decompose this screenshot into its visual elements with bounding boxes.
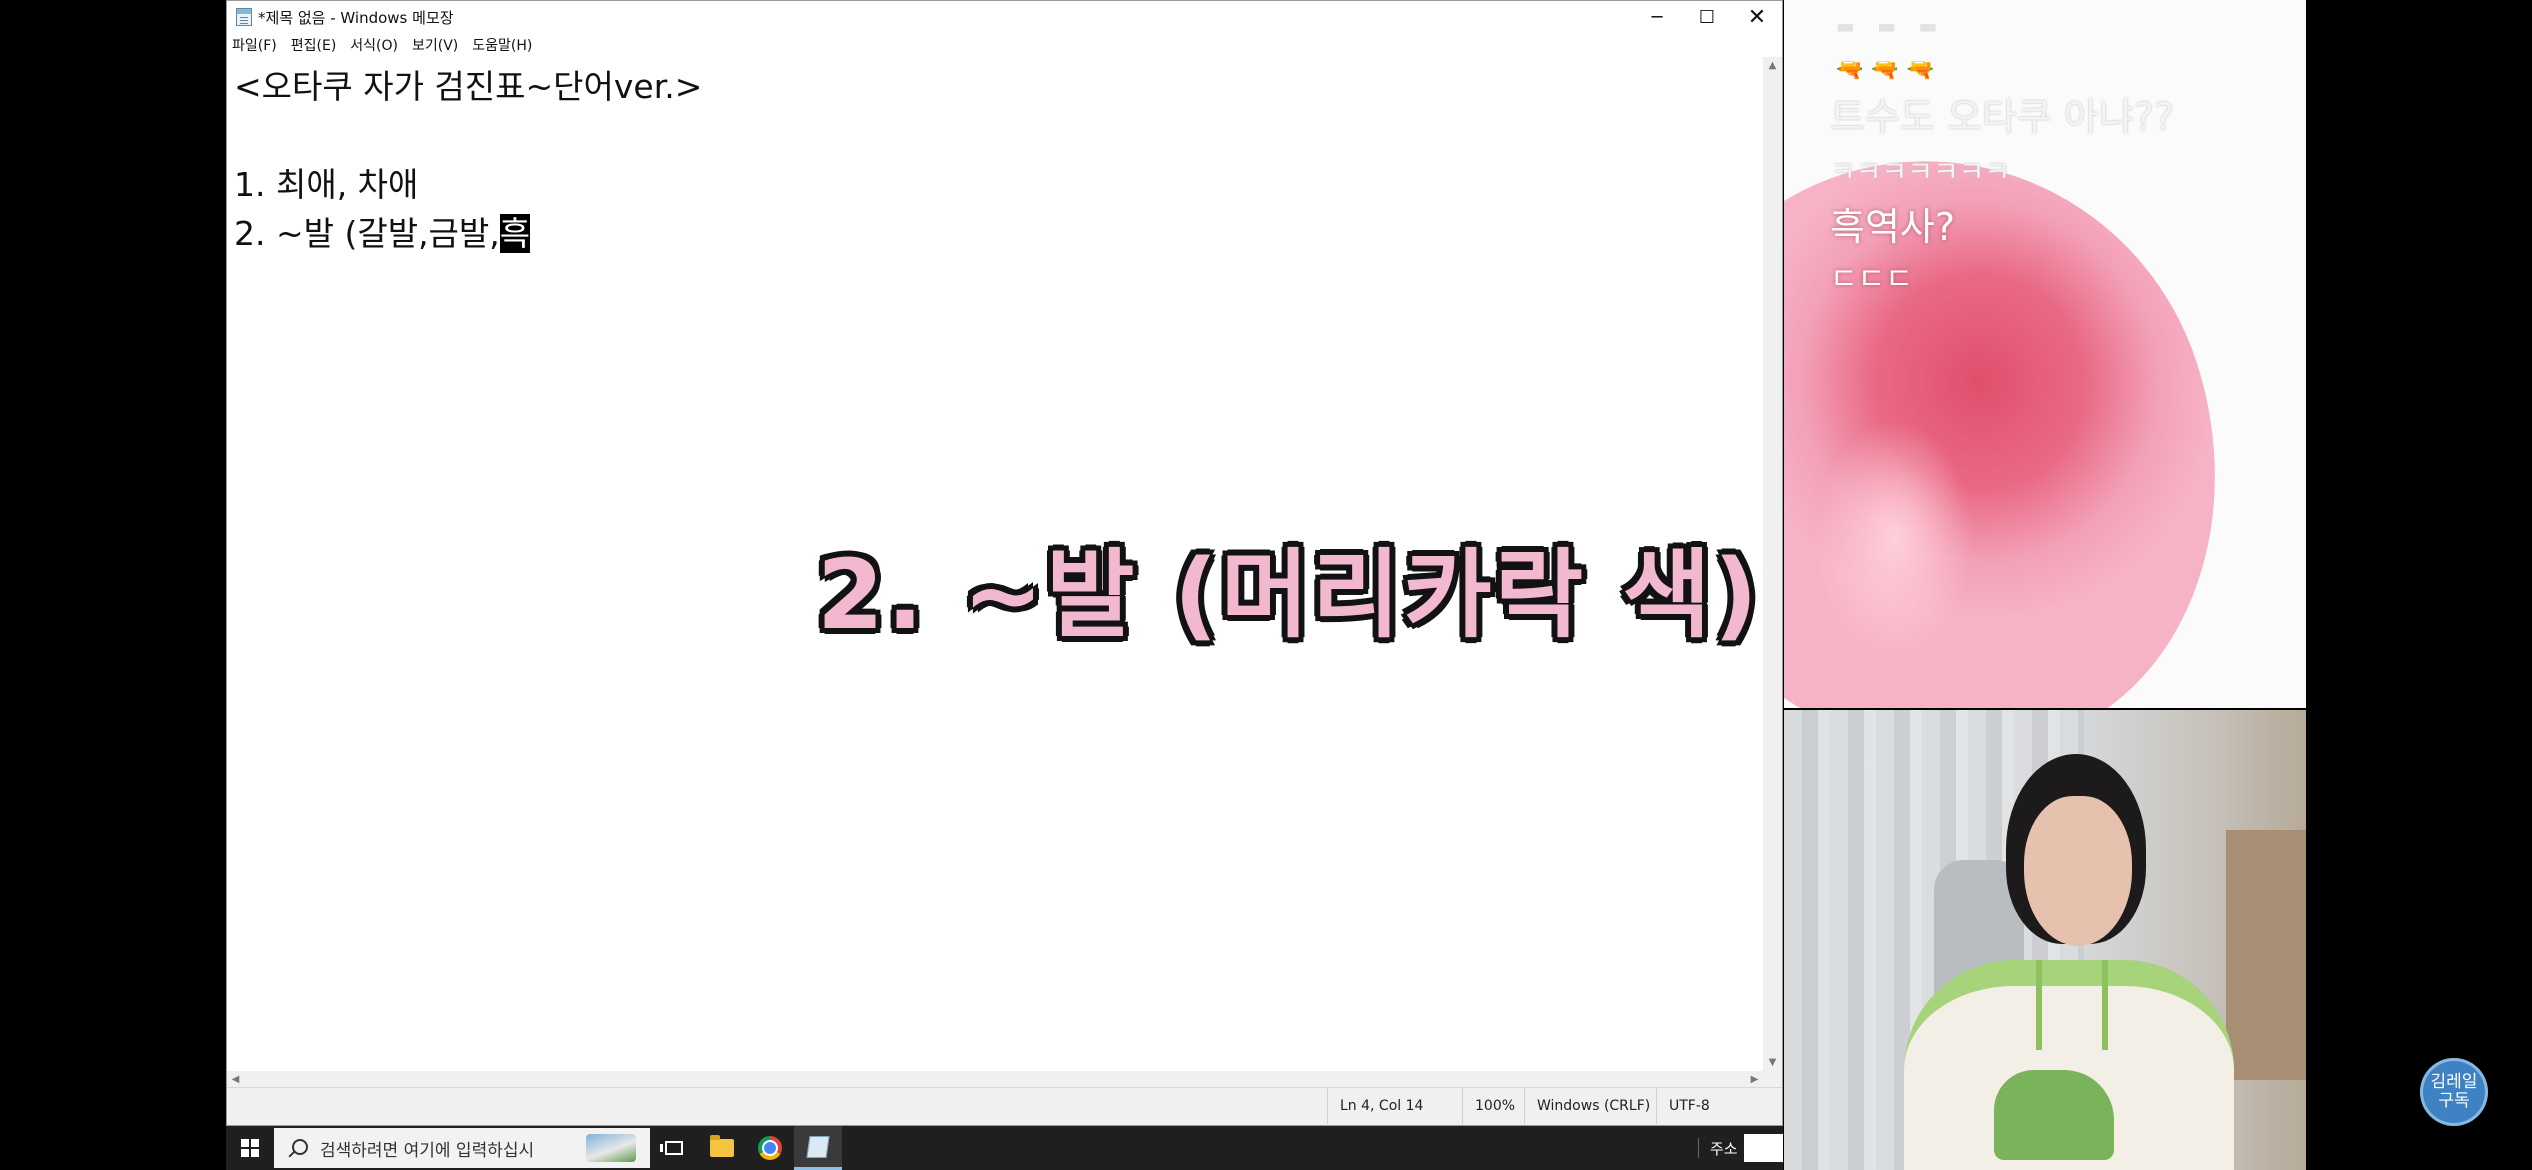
menu-edit[interactable]: 편집(E)	[286, 35, 346, 55]
maximize-button[interactable]: ☐	[1682, 1, 1732, 33]
status-bar: Ln 4, Col 14 100% Windows (CRLF) UTF-8	[227, 1087, 1782, 1125]
status-encoding: UTF-8	[1656, 1088, 1782, 1124]
chat-message: 트수도 오타쿠 아냐??	[1830, 95, 2175, 139]
notepad-window: *제목 없음 - Windows 메모장 ─ ☐ ✕ 파일(F) 편집(E) 서…	[226, 0, 1783, 1126]
task-view-button[interactable]	[650, 1126, 698, 1170]
scroll-down-arrow-icon[interactable]: ▼	[1763, 1054, 1782, 1071]
chrome-icon	[758, 1136, 782, 1160]
horizontal-scrollbar[interactable]: ◀ ▶	[227, 1071, 1763, 1088]
chat-message: ㅋㅋㅋㅋㅋㅋㅋ	[1830, 155, 2011, 188]
search-placeholder: 검색하려면 여기에 입력하십시	[320, 1140, 535, 1161]
menu-help[interactable]: 도움말(H)	[467, 35, 541, 55]
menu-format[interactable]: 서식(O)	[345, 35, 407, 55]
status-cursor-position: Ln 4, Col 14	[1327, 1088, 1462, 1124]
menu-view[interactable]: 보기(V)	[407, 35, 467, 55]
scroll-right-arrow-icon[interactable]: ▶	[1746, 1071, 1763, 1088]
stream-chat-panel: ▬ ▬ ▬ 🔫🔫🔫 트수도 오타쿠 아냐?? ㅋㅋㅋㅋㅋㅋㅋ 흑역사? ㄷㄷㄷ	[1784, 0, 2306, 708]
close-button[interactable]: ✕	[1732, 1, 1782, 33]
chat-message: 흑역사?	[1830, 205, 1956, 249]
search-highlight-icon	[586, 1134, 636, 1162]
taskbar-search-box[interactable]: 검색하려면 여기에 입력하십시	[274, 1128, 650, 1168]
video-caption-overlay: 2. ~발 (머리카락 색)	[817, 539, 1761, 651]
menu-bar: 파일(F) 편집(E) 서식(O) 보기(V) 도움말(H)	[227, 33, 1782, 57]
scroll-up-arrow-icon[interactable]: ▲	[1763, 57, 1782, 74]
dinosaur-print	[1994, 1070, 2114, 1160]
task-view-icon	[660, 1141, 683, 1155]
start-button[interactable]	[226, 1126, 274, 1170]
notepad-taskbar-button[interactable]	[794, 1126, 842, 1170]
hoodie-string	[2036, 960, 2042, 1050]
title-bar[interactable]: *제목 없음 - Windows 메모장 ─ ☐ ✕	[227, 1, 1782, 33]
notepad-icon	[806, 1135, 830, 1158]
editor-line-1: <오타쿠 자가 검진표~단어ver.>	[234, 67, 703, 106]
file-explorer-button[interactable]	[698, 1126, 746, 1170]
streamer-face	[2024, 796, 2132, 946]
chat-reaction-icons: 🔫🔫🔫	[1836, 58, 1943, 83]
selected-text: 흑	[499, 214, 531, 253]
menu-file[interactable]: 파일(F)	[227, 35, 286, 55]
chrome-button[interactable]	[746, 1126, 794, 1170]
window-title: *제목 없음 - Windows 메모장	[258, 8, 454, 27]
folder-icon	[710, 1135, 734, 1157]
text-editor[interactable]: <오타쿠 자가 검진표~단어ver.> 1. 최애, 차애 2. ~발 (갈발,…	[227, 57, 1763, 1071]
subscribe-badge-name: 김레일	[2430, 1072, 2478, 1092]
status-zoom: 100%	[1462, 1088, 1524, 1124]
address-toolbar-label: 주소	[1710, 1139, 1738, 1158]
webcam-feed	[1784, 710, 2306, 1170]
notepad-app-icon	[236, 8, 252, 26]
background-shelf	[2226, 830, 2306, 1080]
editor-line-4-text: 2. ~발 (갈발,금발,	[234, 214, 500, 253]
subscribe-badge[interactable]: 김레일 구독	[2420, 1058, 2488, 1126]
scroll-corner	[1763, 1071, 1782, 1088]
search-icon	[292, 1139, 308, 1155]
status-line-ending: Windows (CRLF)	[1524, 1088, 1656, 1124]
editor-line-4: 2. ~발 (갈발,금발,흑	[234, 207, 531, 255]
taskbar: 검색하려면 여기에 입력하십시 주소	[226, 1126, 1783, 1170]
scroll-left-arrow-icon[interactable]: ◀	[227, 1071, 244, 1088]
chat-reaction-icons-faded: ▬ ▬ ▬	[1836, 14, 1946, 38]
windows-logo-icon	[241, 1139, 259, 1157]
address-toolbar-input[interactable]	[1744, 1134, 1783, 1162]
minimize-button[interactable]: ─	[1632, 1, 1682, 33]
subscribe-badge-label: 구독	[2438, 1091, 2470, 1111]
editor-line-3: 1. 최애, 차애	[234, 165, 419, 204]
vertical-scrollbar[interactable]: ▲ ▼	[1763, 57, 1782, 1071]
tray-separator	[1698, 1138, 1699, 1158]
balloon-highlight	[1814, 420, 1974, 660]
chat-message: ㄷㄷㄷ	[1830, 262, 1913, 297]
hoodie-string	[2102, 960, 2108, 1050]
